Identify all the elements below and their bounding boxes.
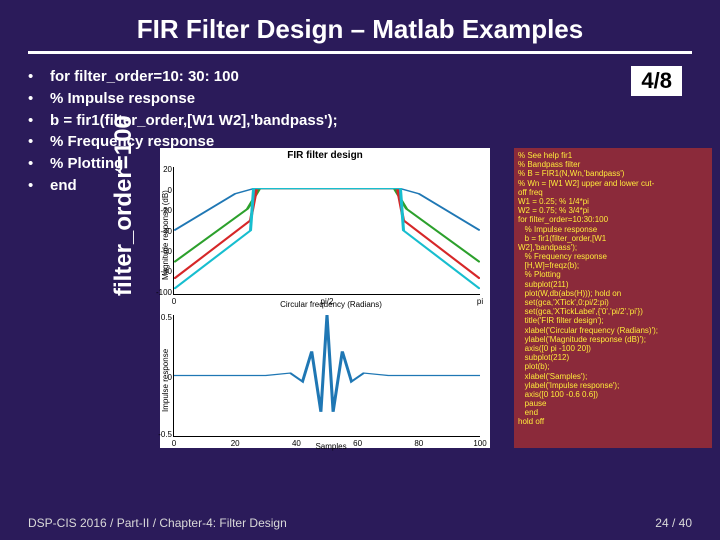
code-line: W1 = 0.25; % 1/4*pi: [518, 197, 708, 206]
code-line: pause: [518, 399, 708, 408]
code-line: W2 = 0.75; % 3/4*pi: [518, 206, 708, 215]
code-line: plot(b);: [518, 362, 708, 371]
code-line: xlabel('Samples');: [518, 372, 708, 381]
code-line: ylabel('Magnitude response (dB)');: [518, 335, 708, 344]
page-title: FIR Filter Design – Matlab Examples: [0, 0, 720, 51]
footer: DSP-CIS 2016 / Part-II / Chapter-4: Filt…: [28, 516, 692, 530]
bullet-1: % Impulse response: [50, 88, 195, 110]
code-line: [H,W]=freqz(b);: [518, 261, 708, 270]
code-line: W2],'bandpass');: [518, 243, 708, 252]
code-line: set(gca,'XTickLabel',{'0','pi/2','pi'}): [518, 307, 708, 316]
plot-figure: FIR filter design Magnitude response (dB…: [160, 148, 490, 448]
plot-bot-axes: 0.5 0 -0.5 0 20 40 60 80 100: [173, 315, 480, 437]
code-line: ylabel('Impulse response');: [518, 381, 708, 390]
code-line: xlabel('Circular frequency (Radians)');: [518, 326, 708, 335]
title-divider: [28, 51, 692, 54]
code-line: end: [518, 408, 708, 417]
content-area: 4/8 •for filter_order=10: 30: 100 • % Im…: [0, 66, 720, 486]
ytick: 0.5: [152, 313, 172, 322]
plot-bottom: Impulse response 0.5 0 -0.5 0 20 40 60 8…: [160, 309, 490, 451]
code-line: subplot(212): [518, 353, 708, 362]
code-line: for filter_order=10:30:100: [518, 215, 708, 224]
ytick: -60: [152, 247, 172, 256]
bullet-2: b = fir1(filter_order,[W1 W2],'bandpass'…: [50, 110, 338, 132]
bullet-5: end: [50, 175, 77, 197]
code-line: % Impulse response: [518, 225, 708, 234]
mag-curves: [174, 167, 480, 294]
code-line: % See help fir1: [518, 151, 708, 160]
code-line: % B = FIR1(N,Wn,'bandpass'): [518, 169, 708, 178]
plot-top-xlabel: Circular frequency (Radians): [182, 300, 480, 309]
code-line: % Bandpass filter: [518, 160, 708, 169]
code-line: hold off: [518, 417, 708, 426]
code-line: % Frequency response: [518, 252, 708, 261]
ytick: 0: [152, 186, 172, 195]
code-panel: % See help fir1% Bandpass filter% B = FI…: [514, 148, 712, 448]
plot-top-axes: 20 0 -20 -40 -60 -80 -100 0 pi/2 pi: [173, 167, 480, 295]
code-line: % Wn = [W1 W2] upper and lower cut-: [518, 179, 708, 188]
code-line: subplot(211): [518, 280, 708, 289]
code-line: off freq: [518, 188, 708, 197]
plot-bot-xlabel: Samples: [182, 442, 480, 451]
code-line: axis([0 pi -100 20]): [518, 344, 708, 353]
footer-left: DSP-CIS 2016 / Part-II / Chapter-4: Filt…: [28, 516, 287, 530]
code-line: % Plotting: [518, 270, 708, 279]
ytick: -40: [152, 227, 172, 236]
impulse-curve: [174, 315, 480, 436]
page-badge: 4/8: [631, 66, 682, 96]
bullet-0: for filter_order=10: 30: 100: [50, 66, 239, 88]
footer-right: 24 / 40: [655, 516, 692, 530]
code-line: set(gca,'XTick',0:pi/2:pi): [518, 298, 708, 307]
vertical-label: filter_order=100: [110, 115, 138, 296]
xtick: 0: [172, 439, 176, 448]
xtick: 0: [172, 297, 176, 306]
code-line: title('FIR filter design');: [518, 316, 708, 325]
ytick: -80: [152, 267, 172, 276]
plot-top-title: FIR filter design: [160, 148, 490, 161]
ytick: -100: [152, 288, 172, 297]
ytick: 0: [152, 373, 172, 382]
ytick: -20: [152, 206, 172, 215]
plot-top: Magnitude response (dB) 20 0 -20 -40 -60…: [160, 161, 490, 309]
code-line: axis([0 100 -0.6 0.6]): [518, 390, 708, 399]
ytick: -0.5: [152, 430, 172, 439]
ytick: 20: [152, 165, 172, 174]
code-line: b = fir1(filter_order,[W1: [518, 234, 708, 243]
code-line: plot(W,db(abs(H))); hold on: [518, 289, 708, 298]
